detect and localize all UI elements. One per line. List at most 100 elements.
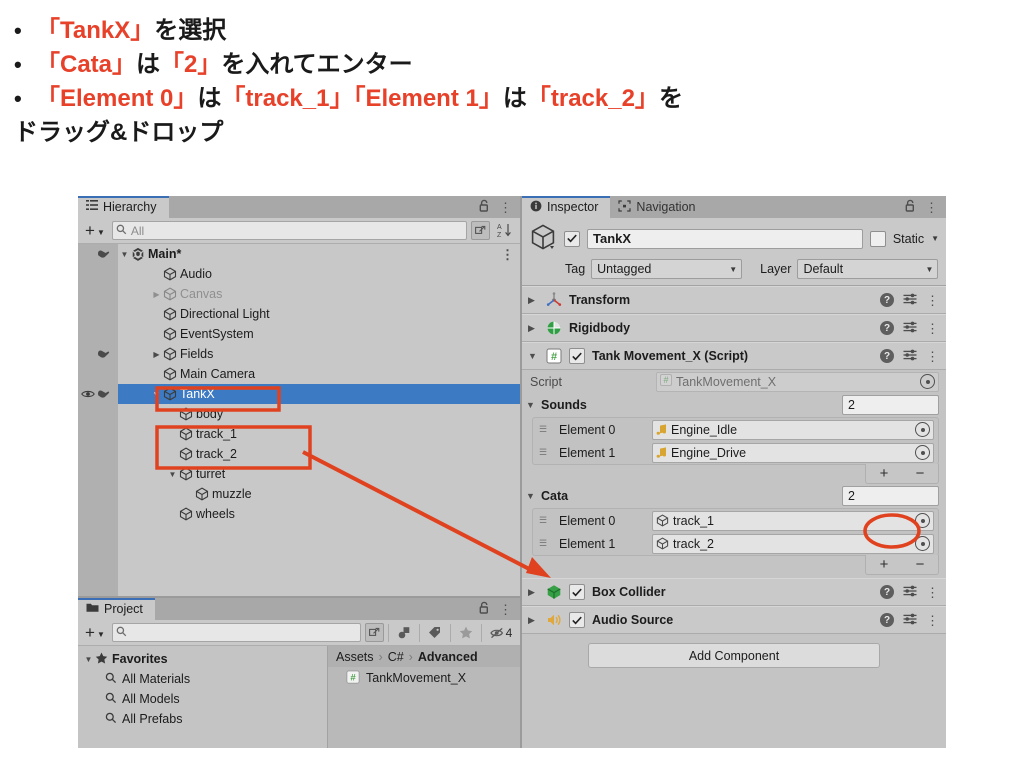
- array-add-button-cata[interactable]: +: [880, 557, 889, 572]
- hierarchy-row[interactable]: ▶wheels: [118, 504, 520, 524]
- lock-icon[interactable]: [479, 601, 490, 617]
- breadcrumb-item[interactable]: Assets: [336, 650, 374, 664]
- static-dropdown-icon[interactable]: ▼: [931, 234, 939, 243]
- project-search-mode-icon[interactable]: [365, 623, 384, 642]
- breadcrumb-item[interactable]: Advanced: [418, 650, 478, 664]
- disclosure-triangle-icon[interactable]: ▶: [528, 615, 539, 626]
- scene-menu-icon[interactable]: ⋮: [501, 248, 520, 261]
- component-header-audio-source[interactable]: ▶ Audio Source? ⋮: [522, 606, 946, 634]
- hidden-assets-toggle[interactable]: 4: [486, 623, 516, 642]
- hierarchy-row[interactable]: ▶Audio: [118, 264, 520, 284]
- hierarchy-row[interactable]: ▶muzzle: [118, 484, 520, 504]
- tab-hierarchy[interactable]: Hierarchy: [78, 196, 169, 218]
- help-icon[interactable]: ?: [880, 293, 894, 307]
- visibility-toggles[interactable]: [78, 384, 118, 404]
- hierarchy-row[interactable]: ▶track_2: [118, 444, 520, 464]
- filter-by-type-icon[interactable]: [393, 623, 415, 642]
- component-header-tank-movement-x-script[interactable]: ▼ # Tank Movement_X (Script)? ⋮: [522, 342, 946, 370]
- array-header-cata[interactable]: ▼ Cata 2: [522, 484, 946, 508]
- help-icon[interactable]: ?: [880, 349, 894, 363]
- component-enabled-checkbox[interactable]: [569, 584, 585, 600]
- lock-icon[interactable]: [479, 199, 490, 215]
- hierarchy-row[interactable]: ▼ turret: [118, 464, 520, 484]
- hierarchy-search-mode-icon[interactable]: [471, 221, 490, 240]
- help-icon[interactable]: ?: [880, 321, 894, 335]
- component-header-box-collider[interactable]: ▶ Box Collider? ⋮: [522, 578, 946, 606]
- visibility-toggles[interactable]: [78, 244, 118, 264]
- tab-navigation[interactable]: Navigation: [610, 196, 707, 218]
- asset-item[interactable]: # TankMovement_X: [328, 667, 520, 689]
- hierarchy-row[interactable]: ▶ Canvas: [118, 284, 520, 304]
- hierarchy-search-input[interactable]: All: [111, 221, 467, 240]
- array-element-object-field[interactable]: track_1: [652, 510, 934, 531]
- visibility-toggles[interactable]: [78, 344, 118, 364]
- object-picker-icon[interactable]: [915, 513, 930, 528]
- hierarchy-row[interactable]: ▶EventSystem: [118, 324, 520, 344]
- preset-icon[interactable]: [903, 612, 917, 629]
- hierarchy-row[interactable]: ▼ Main* ⋮: [118, 244, 520, 264]
- drag-handle-icon[interactable]: ☰: [539, 538, 552, 549]
- disclosure-triangle-icon[interactable]: ▼: [118, 250, 131, 259]
- drag-handle-icon[interactable]: ☰: [539, 447, 552, 458]
- object-picker-icon[interactable]: [915, 536, 930, 551]
- component-enabled-checkbox[interactable]: [569, 348, 585, 364]
- add-component-button[interactable]: Add Component: [588, 643, 880, 668]
- hierarchy-row[interactable]: ▶Main Camera: [118, 364, 520, 384]
- component-menu-icon[interactable]: ⋮: [926, 322, 939, 335]
- disclosure-triangle-icon[interactable]: ▼: [82, 655, 95, 664]
- component-menu-icon[interactable]: ⋮: [926, 586, 939, 599]
- hierarchy-sort-icon[interactable]: A Z: [494, 221, 516, 240]
- help-icon[interactable]: ?: [880, 613, 894, 627]
- component-header-rigidbody[interactable]: ▶ Rigidbody? ⋮: [522, 314, 946, 342]
- hierarchy-row-selected[interactable]: ▼ TankX: [118, 384, 520, 404]
- gameobject-enabled-checkbox[interactable]: [564, 230, 580, 247]
- preset-icon[interactable]: [903, 348, 917, 365]
- array-size-input-sounds[interactable]: 2: [842, 395, 939, 415]
- array-remove-button-cata[interactable]: −: [916, 557, 925, 572]
- lock-icon[interactable]: [905, 199, 916, 215]
- component-menu-icon[interactable]: ⋮: [926, 350, 939, 363]
- disclosure-triangle-icon[interactable]: ▼: [526, 400, 537, 410]
- array-element-object-field[interactable]: Engine_Idle: [652, 419, 934, 440]
- project-favorite-item[interactable]: All Materials: [78, 669, 327, 689]
- array-size-input-cata[interactable]: 2: [842, 486, 939, 506]
- array-header-sounds[interactable]: ▼ Sounds 2: [522, 393, 946, 417]
- project-favorite-item[interactable]: All Prefabs: [78, 709, 327, 729]
- hierarchy-row[interactable]: ▶track_1: [118, 424, 520, 444]
- object-picker-icon[interactable]: [915, 445, 930, 460]
- disclosure-triangle-icon[interactable]: ▶: [150, 350, 163, 359]
- preset-icon[interactable]: [903, 292, 917, 309]
- tab-inspector[interactable]: Inspector: [522, 196, 611, 218]
- hierarchy-add-button[interactable]: + ▼: [82, 222, 108, 239]
- help-icon[interactable]: ?: [880, 585, 894, 599]
- disclosure-triangle-icon[interactable]: ▶: [528, 295, 539, 306]
- component-menu-icon[interactable]: ⋮: [926, 614, 939, 627]
- breadcrumb-item[interactable]: C#: [388, 650, 404, 664]
- array-add-button-sounds[interactable]: +: [880, 466, 889, 481]
- disclosure-triangle-icon[interactable]: ▶: [150, 290, 163, 299]
- gameobject-name-input[interactable]: TankX: [587, 228, 863, 249]
- project-favorites-root[interactable]: ▼ Favorites: [78, 649, 327, 669]
- static-checkbox[interactable]: [869, 230, 886, 247]
- disclosure-triangle-icon[interactable]: ▼: [150, 390, 163, 399]
- hierarchy-row[interactable]: ▶Directional Light: [118, 304, 520, 324]
- project-menu-icon[interactable]: ⋮: [499, 603, 512, 616]
- disclosure-triangle-icon[interactable]: ▶: [528, 587, 539, 598]
- disclosure-triangle-icon[interactable]: ▶: [528, 323, 539, 334]
- filter-by-favorite-icon[interactable]: [455, 623, 477, 642]
- component-enabled-checkbox[interactable]: [569, 612, 585, 628]
- layer-dropdown[interactable]: Default ▼: [797, 259, 939, 279]
- tag-dropdown[interactable]: Untagged ▼: [591, 259, 743, 279]
- disclosure-triangle-icon[interactable]: ▼: [526, 491, 537, 501]
- inspector-menu-icon[interactable]: ⋮: [925, 201, 938, 214]
- drag-handle-icon[interactable]: ☰: [539, 424, 552, 435]
- preset-icon[interactable]: [903, 320, 917, 337]
- project-favorite-item[interactable]: All Models: [78, 689, 327, 709]
- hierarchy-menu-icon[interactable]: ⋮: [499, 201, 512, 214]
- hierarchy-row[interactable]: ▶ Fields: [118, 344, 520, 364]
- project-search-input[interactable]: [111, 623, 361, 642]
- drag-handle-icon[interactable]: ☰: [539, 515, 552, 526]
- project-add-button[interactable]: + ▼: [82, 624, 108, 641]
- array-remove-button-sounds[interactable]: −: [916, 466, 925, 481]
- preset-icon[interactable]: [903, 584, 917, 601]
